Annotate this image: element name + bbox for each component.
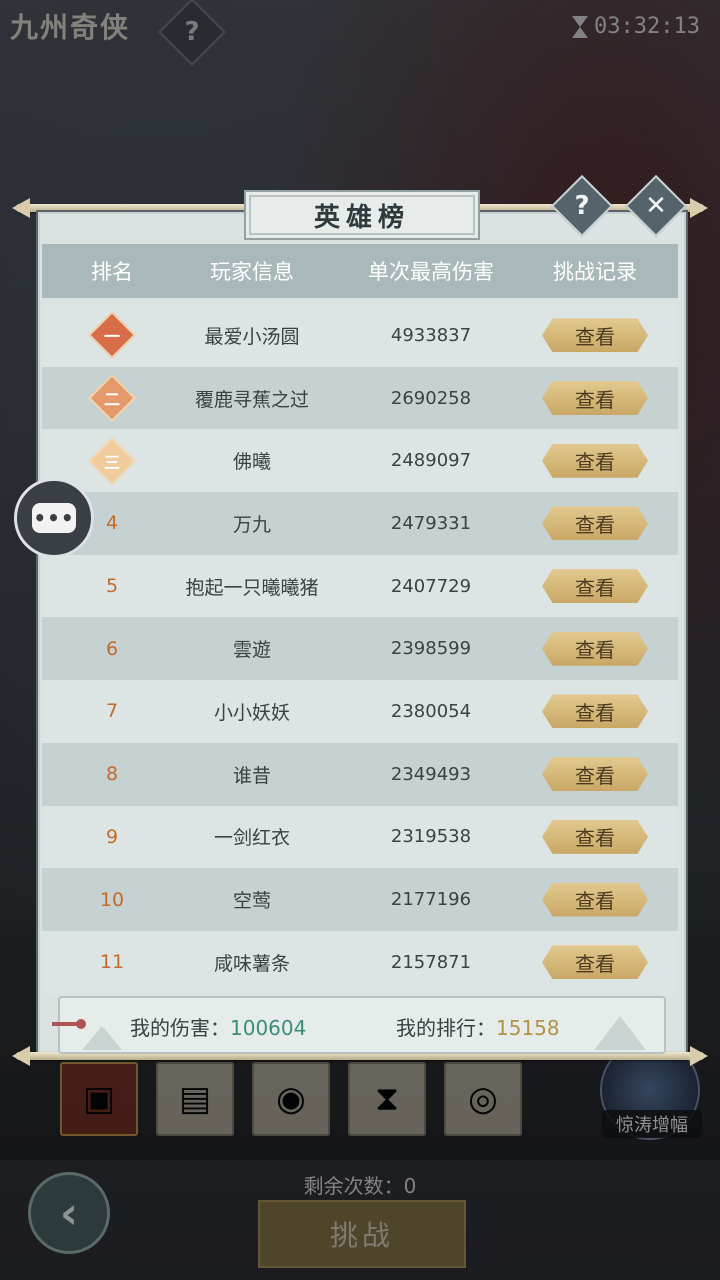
table-row: 9 一剑红衣 2319538 查看 — [42, 805, 678, 869]
view-record-button[interactable]: 查看 — [542, 631, 648, 666]
player-damage: 2380054 — [390, 700, 472, 722]
player-name: 最爱小汤圆 — [204, 325, 300, 348]
player-name: 空莺 — [232, 890, 271, 913]
table-row: 7 小小妖妖 2380054 查看 — [42, 680, 678, 743]
header-damage: 单次最高伤害 — [368, 260, 494, 284]
player-name: 咸味薯条 — [213, 952, 290, 975]
my-rank-value: 15158 — [496, 1016, 560, 1040]
view-record-button[interactable]: 查看 — [542, 569, 648, 604]
player-name: 谁昔 — [232, 764, 271, 787]
rank-number: 9 — [105, 825, 119, 848]
rank-badge-icon: 二 — [87, 373, 137, 423]
question-icon: ? — [574, 191, 590, 221]
my-damage: 我的伤害：100604 — [130, 1012, 306, 1041]
table-row: 6 雲遊 2398599 查看 — [42, 617, 678, 681]
player-damage: 2398599 — [390, 638, 472, 660]
panel-title-plate: 英雄榜 — [244, 190, 480, 240]
table-row: 5 抱起一只曦曦猪 2407729 查看 — [42, 554, 678, 618]
view-record-button[interactable]: 查看 — [542, 506, 648, 541]
close-icon: ✕ — [645, 191, 667, 221]
view-record-button[interactable]: 查看 — [542, 443, 648, 478]
view-record-button[interactable]: 查看 — [542, 819, 648, 854]
player-name: 覆鹿寻蕉之过 — [194, 388, 309, 411]
panel-title: 英雄榜 — [313, 202, 410, 233]
table-row: 4 万九 2479331 查看 — [42, 492, 678, 555]
rank-badge-icon: 一 — [87, 311, 137, 360]
mountain-right-icon — [594, 1016, 646, 1050]
view-record-button[interactable]: 查看 — [542, 318, 648, 353]
rank-number: 7 — [105, 700, 119, 723]
chat-button[interactable]: ••• — [14, 478, 94, 558]
player-damage: 2177196 — [390, 889, 472, 911]
my-rank: 我的排行：15158 — [396, 1012, 560, 1041]
table-row: 10 空莺 2177196 查看 — [42, 868, 678, 931]
player-damage: 2690258 — [390, 387, 472, 409]
table-row: 二 覆鹿寻蕉之过 2690258 查看 — [42, 366, 678, 430]
chat-bubble-icon: ••• — [32, 503, 76, 533]
rank-number: 11 — [99, 951, 125, 974]
view-record-button[interactable]: 查看 — [542, 757, 648, 792]
header-rank: 排名 — [91, 260, 133, 284]
player-damage: 4933837 — [390, 324, 472, 346]
rank-number: 6 — [105, 637, 119, 660]
player-name: 佛曦 — [232, 451, 271, 474]
rank-number: 8 — [105, 763, 119, 786]
mountain-left-icon — [82, 1026, 122, 1050]
table-row: 三 佛曦 2489097 查看 — [42, 429, 678, 493]
player-name: 一剑红衣 — [213, 827, 290, 850]
rank-number: 10 — [99, 888, 125, 911]
player-damage: 2479331 — [390, 512, 472, 534]
view-record-button[interactable]: 查看 — [542, 945, 648, 980]
view-record-button[interactable]: 查看 — [542, 882, 648, 917]
player-name: 小小妖妖 — [213, 701, 290, 724]
rank-badge-icon: 三 — [87, 436, 137, 485]
header-record: 挑战记录 — [553, 260, 637, 284]
table-header: 排名 玩家信息 单次最高伤害 挑战记录 — [42, 244, 678, 298]
player-damage: 2407729 — [390, 575, 472, 597]
rank-number: 5 — [105, 575, 119, 598]
player-name: 雲遊 — [232, 639, 271, 662]
player-name: 抱起一只曦曦猪 — [185, 576, 319, 599]
player-damage: 2489097 — [390, 450, 472, 472]
player-damage: 2319538 — [390, 826, 472, 848]
brush-mark-icon — [52, 1019, 86, 1029]
leaderboard-rows: 一 最爱小汤圆 4933837 查看 二 覆鹿寻蕉之过 2690258 查看 三… — [42, 304, 678, 994]
table-row: 8 谁昔 2349493 查看 — [42, 742, 678, 806]
my-rank-label: 我的排行： — [396, 1016, 496, 1040]
table-row: 11 咸味薯条 2157871 查看 — [42, 930, 678, 994]
my-damage-value: 100604 — [230, 1016, 307, 1040]
player-name: 万九 — [232, 513, 271, 536]
table-row: 一 最爱小汤圆 4933837 查看 — [42, 304, 678, 367]
my-damage-label: 我的伤害： — [130, 1016, 230, 1040]
player-damage: 2349493 — [390, 763, 472, 785]
view-record-button[interactable]: 查看 — [542, 381, 648, 416]
my-stats-footer: 我的伤害：100604 我的排行：15158 — [52, 996, 666, 1054]
view-record-button[interactable]: 查看 — [542, 694, 648, 729]
player-damage: 2157871 — [390, 951, 472, 973]
header-player: 玩家信息 — [210, 260, 294, 284]
